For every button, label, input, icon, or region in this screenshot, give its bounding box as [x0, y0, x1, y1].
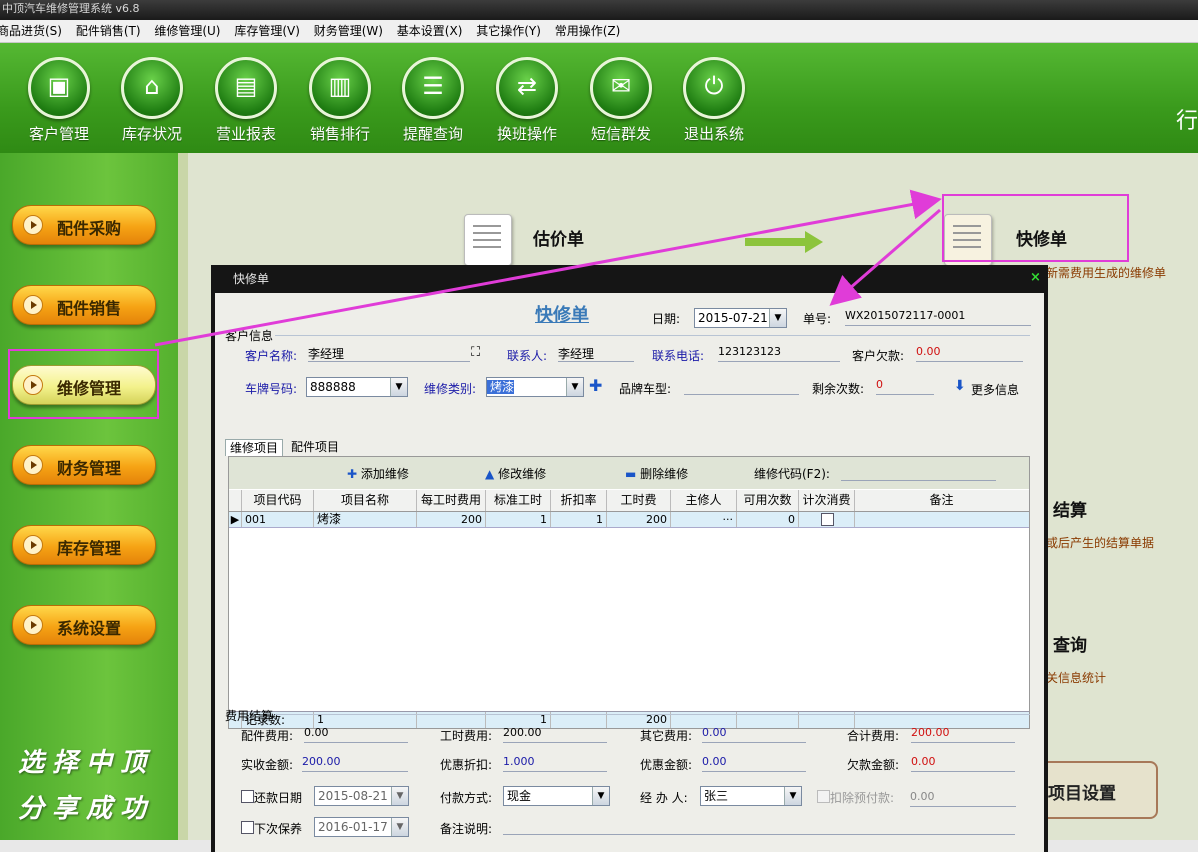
annotation-arrows: [154, 189, 942, 347]
arrow-to-order-number: [829, 208, 941, 306]
arrow-to-quick-repair: [154, 189, 942, 347]
